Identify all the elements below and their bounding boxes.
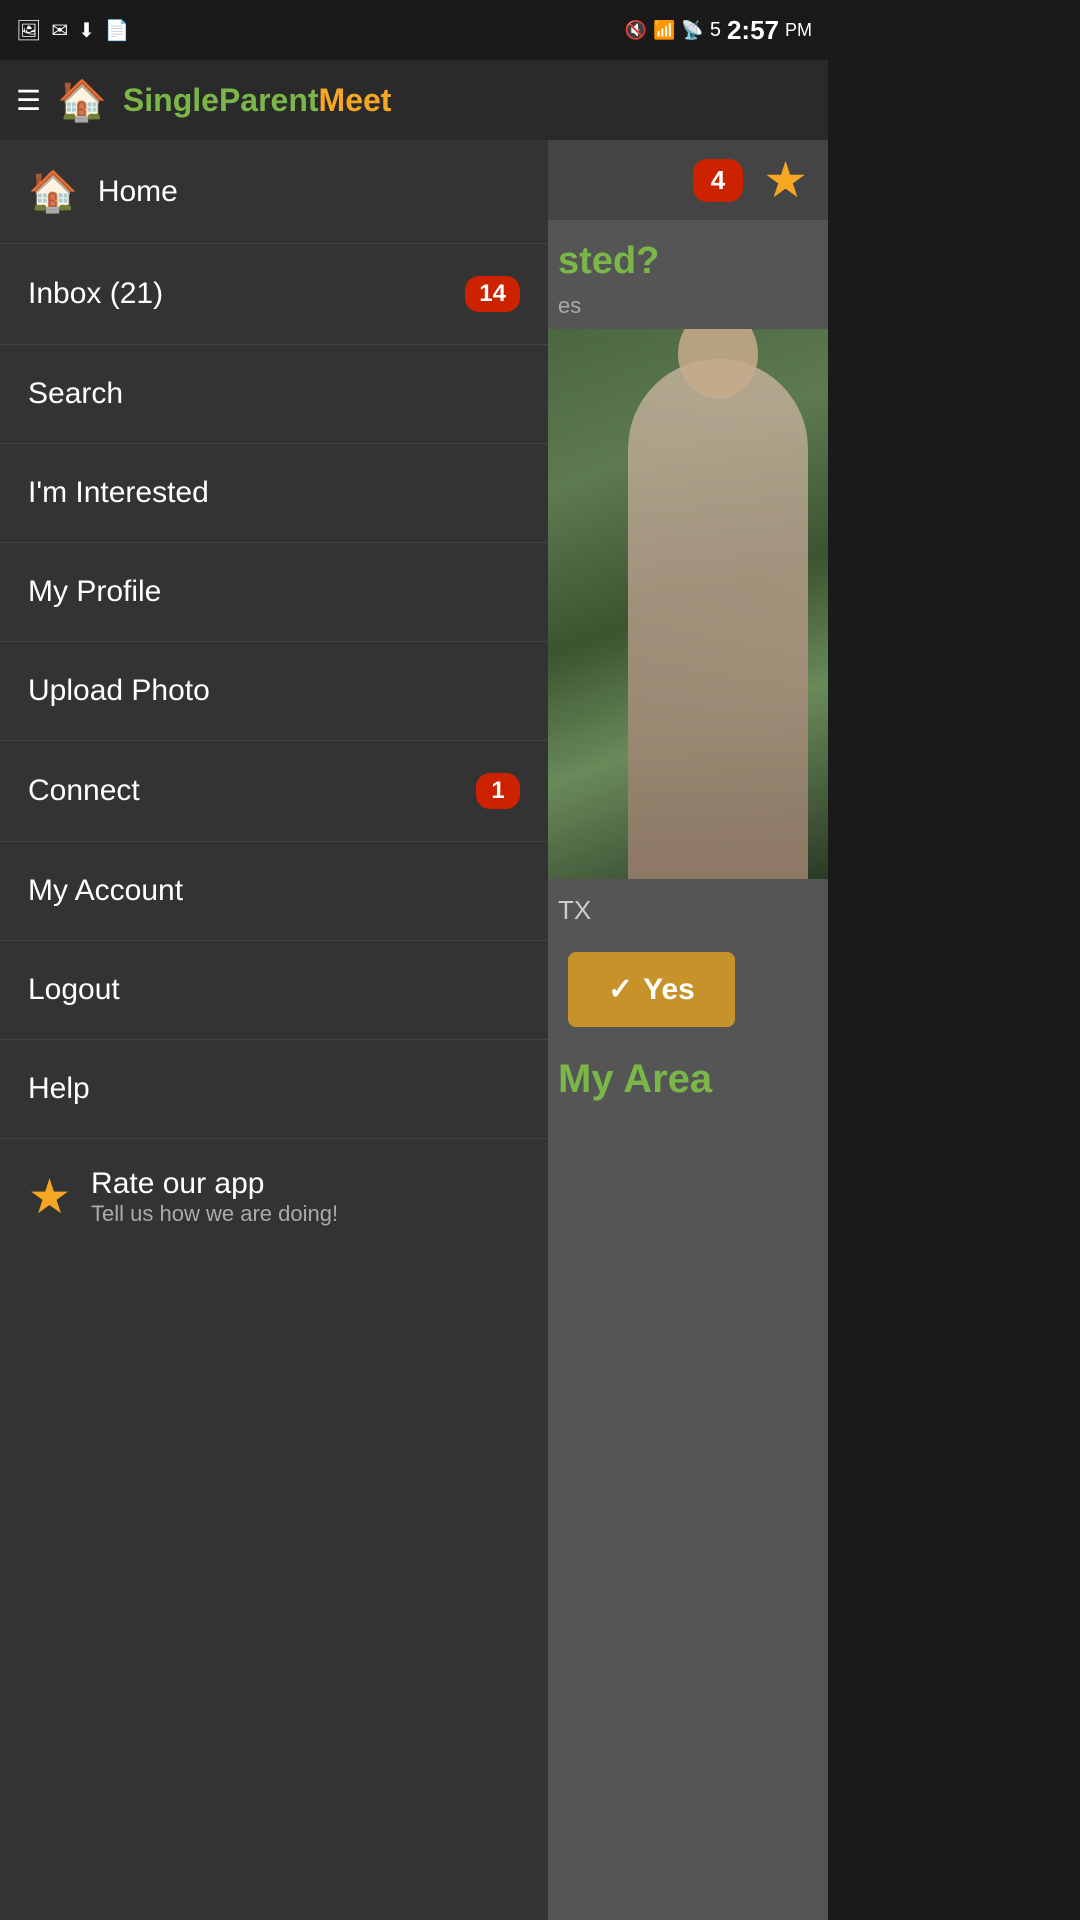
mute-icon: 🔇 <box>625 20 647 41</box>
sidebar-item-my-profile[interactable]: My Profile <box>0 543 548 642</box>
app-logo: SingleParentMeet <box>123 82 392 119</box>
rate-app-subtitle: Tell us how we are doing! <box>91 1201 338 1227</box>
rate-app-title: Rate our app <box>91 1167 338 1201</box>
sidebar-item-connect[interactable]: Connect 1 <box>0 741 548 842</box>
header-home-icon[interactable]: 🏠 <box>57 77 107 124</box>
sidebar-drawer: 🏠 Home Inbox (21) 14 Search I'm Interest… <box>0 140 548 1920</box>
connect-badge: 1 <box>476 773 520 809</box>
inbox-badge: 14 <box>465 276 520 312</box>
battery-number: 5 <box>710 19 721 42</box>
wifi-icon: 📶 <box>653 20 675 41</box>
sidebar-item-search[interactable]: Search <box>0 345 548 444</box>
location-text: TX <box>548 879 828 942</box>
logout-label: Logout <box>28 973 120 1007</box>
sidebar-item-interested[interactable]: I'm Interested <box>0 444 548 543</box>
interested-label: I'm Interested <box>28 476 209 510</box>
app-header: ☰ 🏠 SingleParentMeet <box>0 60 828 140</box>
signal-icon: 📡 <box>681 20 703 41</box>
sidebar-item-inbox[interactable]: Inbox (21) 14 <box>0 244 548 345</box>
main-content: 🏠 Home Inbox (21) 14 Search I'm Interest… <box>0 140 828 1920</box>
inbox-label: Inbox (21) <box>28 277 163 311</box>
home-icon: 🏠 <box>28 168 78 215</box>
rate-app-star-icon: ★ <box>28 1169 71 1225</box>
download-status-icon: ⬇ <box>78 18 95 43</box>
interested-subtext: es <box>548 293 828 329</box>
image-status-icon: 🖼 <box>16 18 41 43</box>
person-silhouette <box>628 359 808 879</box>
interested-question: sted? <box>548 220 828 293</box>
sidebar-item-my-account[interactable]: My Account <box>0 842 548 941</box>
search-label: Search <box>28 377 123 411</box>
sidebar-item-home[interactable]: 🏠 Home <box>0 140 548 244</box>
connect-label: Connect <box>28 774 140 808</box>
my-area-text: My Area <box>548 1037 828 1122</box>
help-label: Help <box>28 1072 90 1106</box>
status-ampm: PM <box>785 20 812 41</box>
hamburger-icon[interactable]: ☰ <box>16 84 41 117</box>
star-tab-icon[interactable]: ★ <box>763 151 808 209</box>
mail-status-icon: ✉ <box>51 18 68 43</box>
profile-image <box>548 329 828 879</box>
rate-app-text-container: Rate our app Tell us how we are doing! <box>91 1167 338 1227</box>
app-logo-single: SingleParent <box>123 82 319 118</box>
yes-button[interactable]: ✓ Yes <box>568 952 735 1027</box>
tab-badge[interactable]: 4 <box>693 159 743 202</box>
status-bar-right-icons: 🔇 📶 📡 5 2:57 PM <box>625 15 812 46</box>
checkmark-icon: ✓ <box>608 972 633 1007</box>
sidebar-item-upload-photo[interactable]: Upload Photo <box>0 642 548 741</box>
sidebar-item-rate-app[interactable]: ★ Rate our app Tell us how we are doing! <box>0 1139 548 1255</box>
upload-photo-label: Upload Photo <box>28 674 210 708</box>
sidebar-item-help[interactable]: Help <box>0 1040 548 1139</box>
app-logo-meet: Meet <box>319 82 392 118</box>
right-content-area: 4 ★ sted? es TX ✓ Yes My A <box>548 140 828 1920</box>
my-account-label: My Account <box>28 874 183 908</box>
right-header-tabs: 4 ★ <box>548 140 828 220</box>
sidebar-home-label: Home <box>98 175 178 209</box>
status-bar-left-icons: 🖼 ✉ ⬇ 📄 <box>16 18 130 43</box>
file-status-icon: 📄 <box>105 18 130 43</box>
status-bar: 🖼 ✉ ⬇ 📄 🔇 📶 📡 5 2:57 PM <box>0 0 828 60</box>
status-time: 2:57 <box>727 15 779 46</box>
sidebar-item-logout[interactable]: Logout <box>0 941 548 1040</box>
my-profile-label: My Profile <box>28 575 161 609</box>
